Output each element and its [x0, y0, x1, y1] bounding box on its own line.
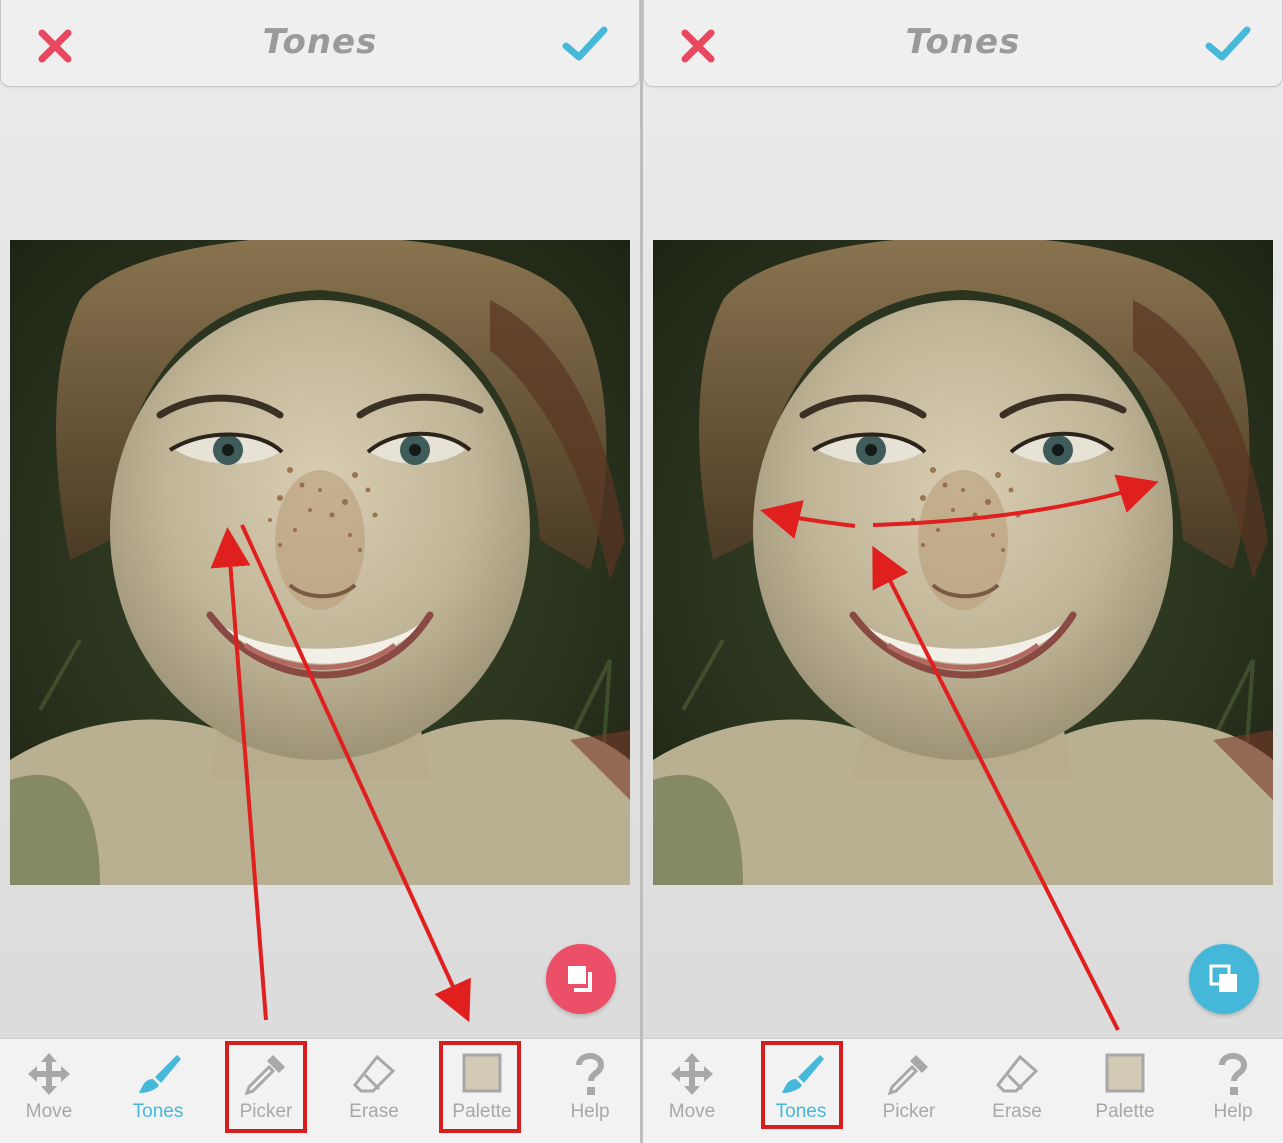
eraser-icon	[352, 1054, 396, 1093]
help-icon	[1219, 1053, 1248, 1095]
checkmark-icon	[1205, 26, 1251, 61]
tool-label: Move	[25, 1101, 73, 1122]
photo-canvas[interactable]	[653, 240, 1273, 885]
move-icon	[671, 1053, 713, 1095]
eyedropper-icon	[887, 1055, 928, 1096]
top-bar: Tones	[0, 0, 640, 87]
tool-help[interactable]: Help	[1179, 1039, 1283, 1139]
palette-swatch-icon	[1105, 1053, 1145, 1093]
apply-button[interactable]	[561, 24, 609, 64]
checkmark-icon	[562, 26, 608, 61]
highlight-box	[439, 1041, 521, 1133]
tool-label: Help	[570, 1101, 610, 1122]
tool-label: Tones	[132, 1101, 184, 1122]
apply-button[interactable]	[1204, 24, 1252, 64]
portrait-image	[653, 240, 1273, 885]
tool-label: Help	[1213, 1101, 1253, 1122]
eraser-icon	[995, 1054, 1039, 1093]
tool-tones[interactable]: Tones	[104, 1039, 212, 1139]
tool-palette[interactable]: Palette	[1071, 1039, 1179, 1139]
right-screen: Tones Move Tones Picker Erase Palette He…	[643, 0, 1283, 1143]
help-icon	[576, 1053, 605, 1095]
highlight-box	[761, 1041, 843, 1129]
compare-button[interactable]	[1189, 944, 1259, 1014]
move-icon	[28, 1053, 70, 1095]
compare-button[interactable]	[546, 944, 616, 1014]
top-bar: Tones	[643, 0, 1283, 87]
tool-erase[interactable]: Erase	[320, 1039, 428, 1139]
tool-label: Erase	[992, 1101, 1042, 1122]
tool-help[interactable]: Help	[536, 1039, 640, 1139]
tool-erase[interactable]: Erase	[963, 1039, 1071, 1139]
tool-label: Palette	[1095, 1101, 1155, 1122]
page-title: Tones	[905, 22, 1021, 62]
compare-icon	[568, 966, 592, 992]
tool-bar: Move Tones Picker Erase Palette Help	[0, 1038, 640, 1143]
brush-icon	[139, 1055, 181, 1093]
tool-move[interactable]: Move	[0, 1039, 103, 1139]
tool-bar: Move Tones Picker Erase Palette Help	[643, 1038, 1283, 1143]
left-screen: Tones Move Tones Picker Erase Palette He…	[0, 0, 640, 1143]
page-title: Tones	[262, 22, 378, 62]
tool-label: Move	[668, 1101, 716, 1122]
highlight-box	[225, 1041, 307, 1133]
photo-canvas[interactable]	[10, 240, 630, 885]
tool-label: Erase	[349, 1101, 399, 1122]
tool-label: Picker	[882, 1101, 936, 1122]
tool-move[interactable]: Move	[643, 1039, 746, 1139]
tool-picker[interactable]: Picker	[855, 1039, 963, 1139]
portrait-image	[10, 240, 630, 885]
compare-icon	[1209, 964, 1237, 992]
